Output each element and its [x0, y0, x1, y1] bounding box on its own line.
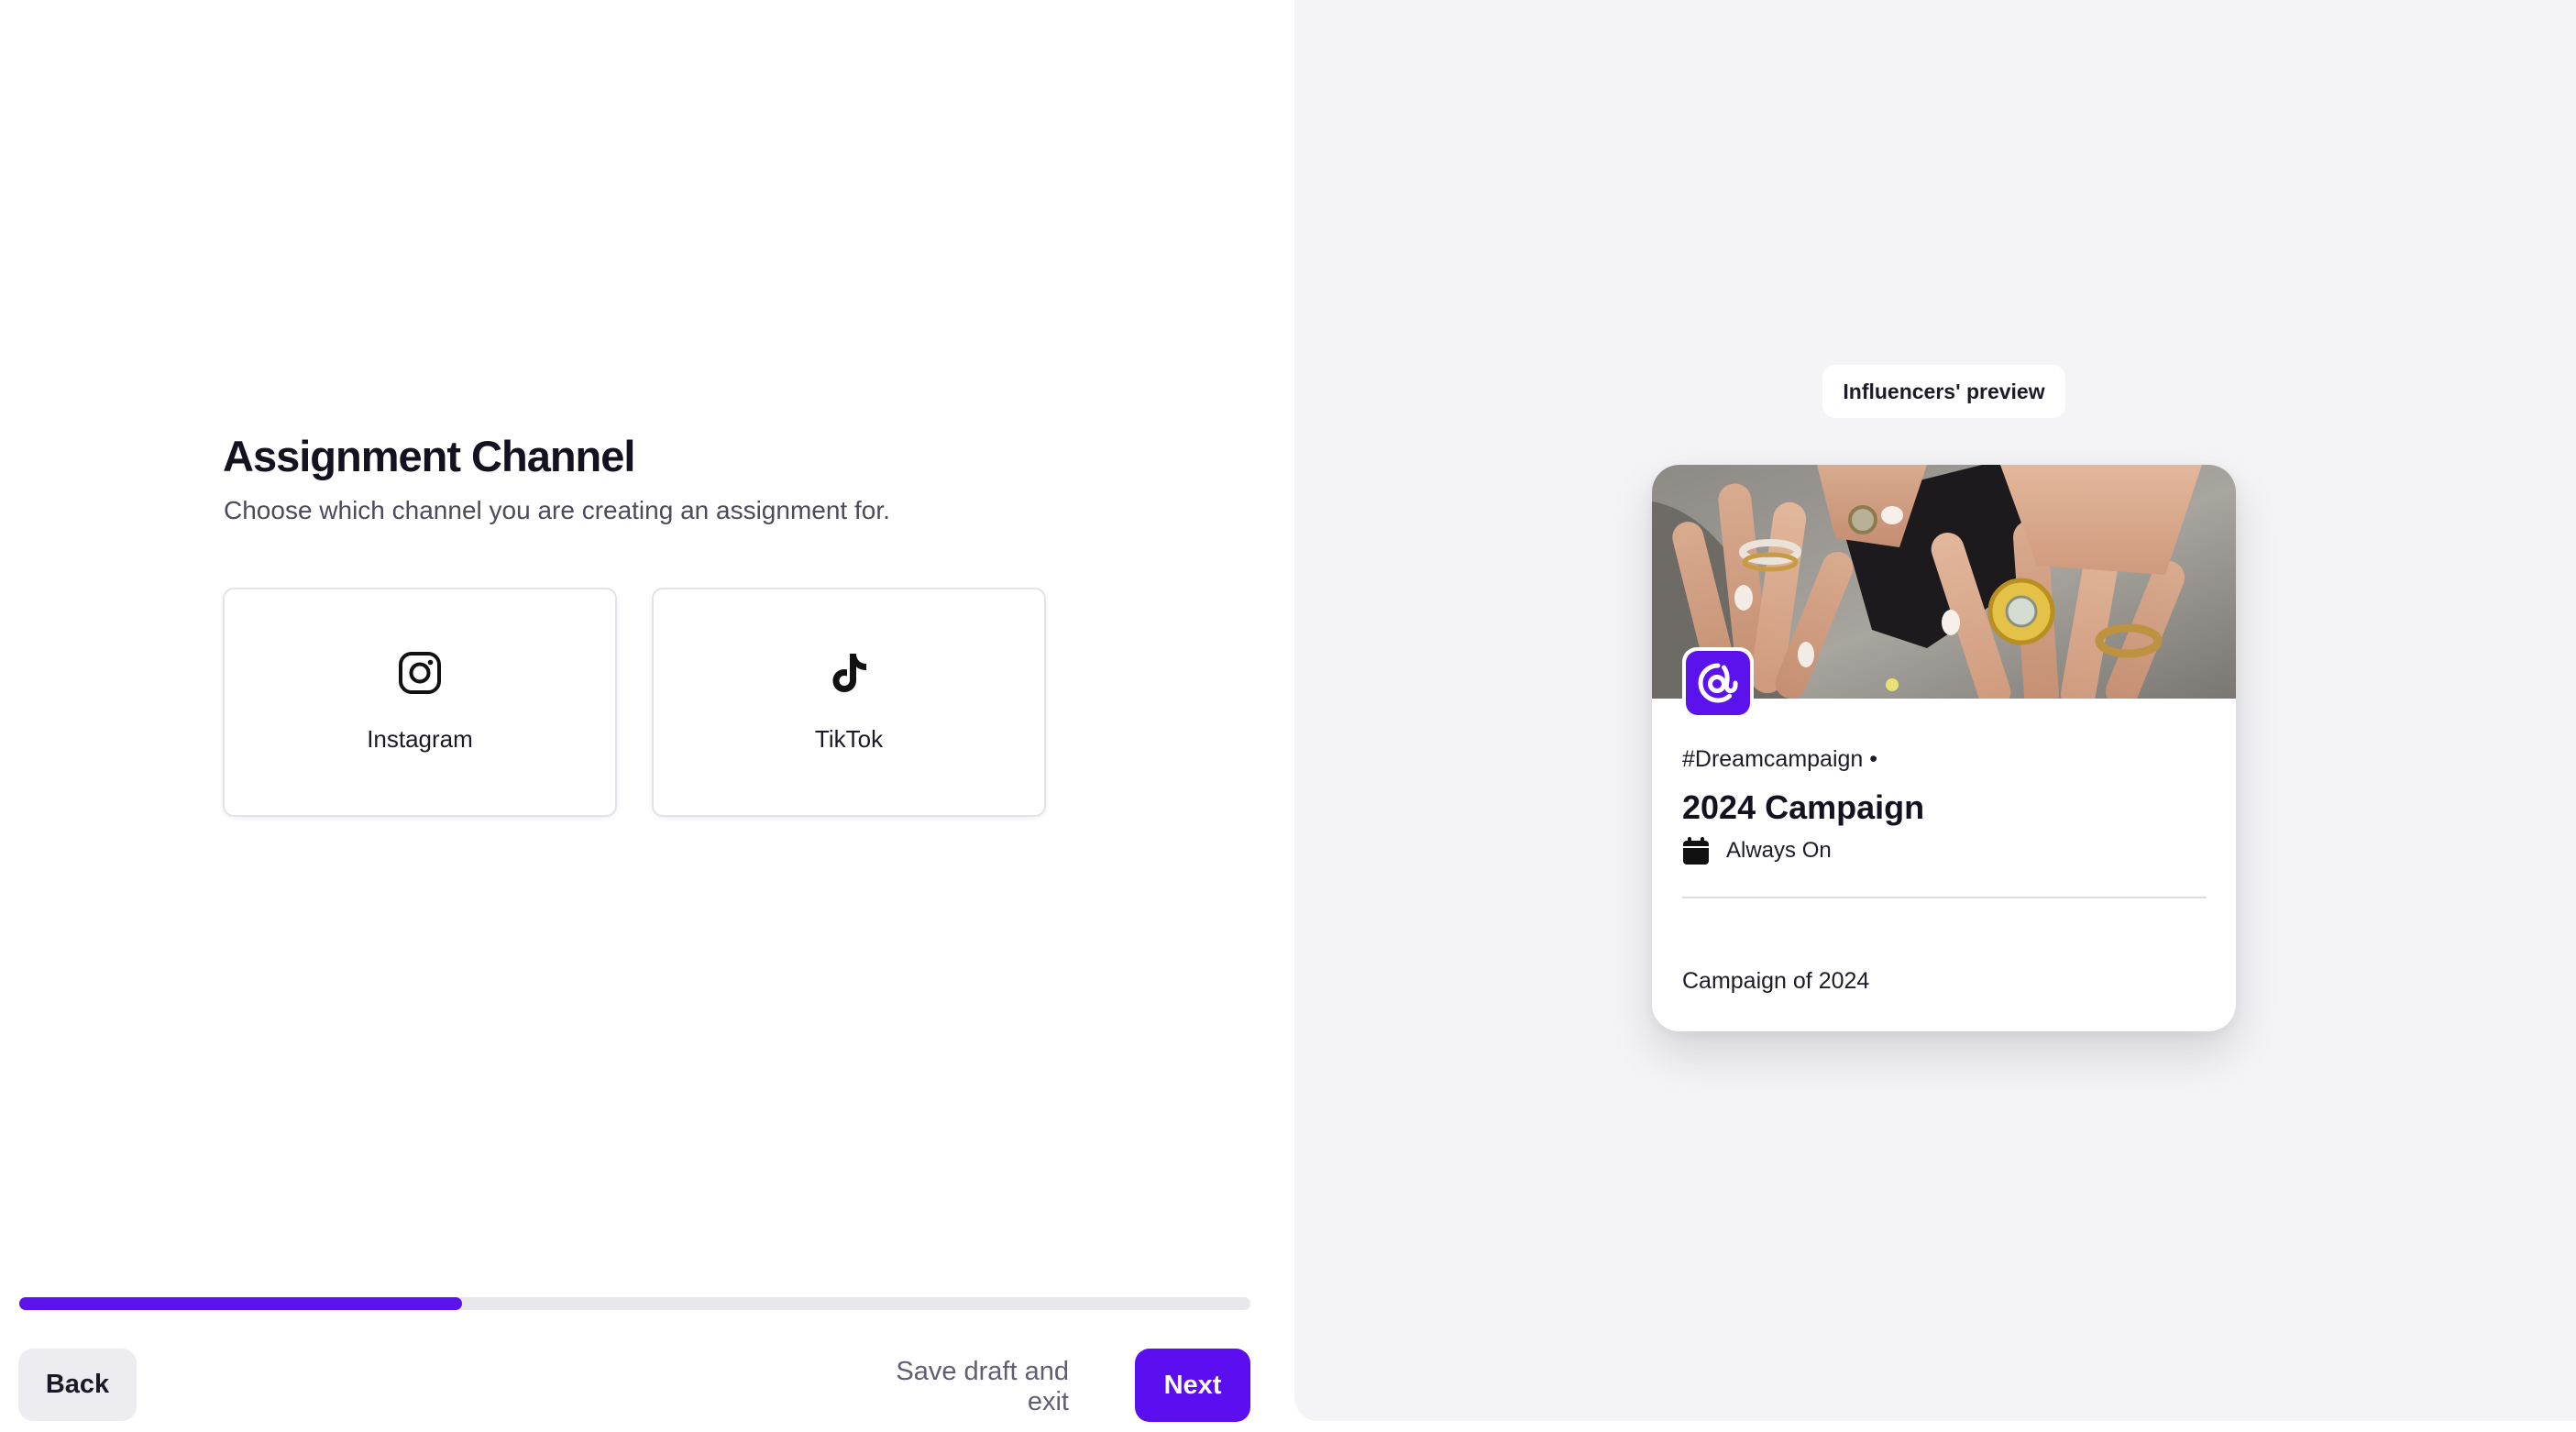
save-draft-button[interactable]: Save draft and exit: [867, 1357, 1069, 1416]
campaign-preview-card: #Dreamcampaign • 2024 Campaign Always On…: [1652, 465, 2236, 1031]
back-button[interactable]: Back: [18, 1349, 137, 1421]
assignment-form-pane: Assignment Channel Choose which channel …: [0, 0, 1294, 1432]
tiktok-icon: [826, 650, 872, 696]
influencers-preview-badge: Influencers' preview: [1822, 365, 2065, 418]
campaign-schedule: Always On: [1682, 835, 1832, 866]
campaign-title: 2024 Campaign: [1682, 788, 1925, 826]
channel-label: TikTok: [814, 725, 884, 753]
channel-option-instagram[interactable]: Instagram: [223, 588, 617, 817]
schedule-text: Always On: [1726, 838, 1832, 863]
campaign-hashtag: #Dreamcampaign •: [1682, 746, 1878, 772]
channel-label: Instagram: [367, 725, 473, 753]
divider: [1682, 897, 2207, 898]
next-button[interactable]: Next: [1135, 1349, 1250, 1422]
progress-bar: [19, 1297, 1250, 1310]
brand-at-icon: [1686, 651, 1750, 715]
calendar-icon: [1682, 836, 1710, 865]
instagram-icon: [397, 650, 443, 696]
channel-option-tiktok[interactable]: TikTok: [652, 588, 1046, 817]
page-subtitle: Choose which channel you are creating an…: [224, 496, 890, 524]
progress-bar-fill: [19, 1297, 463, 1310]
brand-logo: [1682, 647, 1754, 719]
campaign-description: Campaign of 2024: [1682, 968, 1870, 994]
preview-pane: Influencers' preview #Dreamcampaign • 20…: [1294, 0, 2576, 1421]
page-title: Assignment Channel: [223, 432, 635, 480]
